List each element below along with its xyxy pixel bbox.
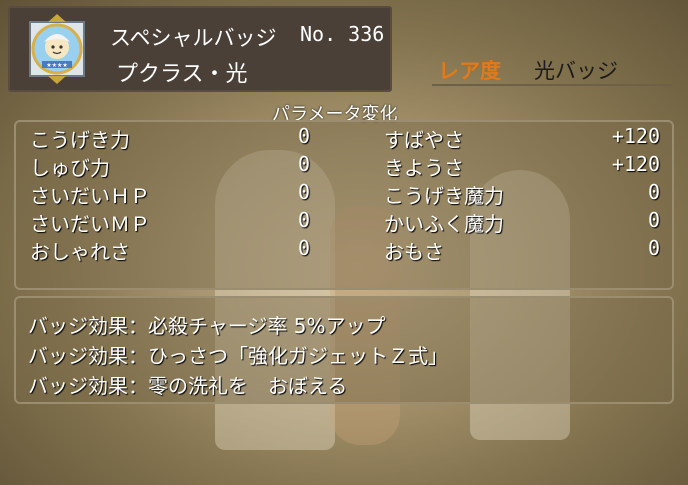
- param-value: 0: [297, 208, 310, 232]
- param-value: 0: [297, 236, 310, 260]
- param-row: さいだいＭＰ 0: [30, 208, 310, 236]
- param-label: さいだいＨＰ: [30, 184, 150, 208]
- rarity-underline: [432, 84, 672, 86]
- param-value: 0: [647, 236, 660, 260]
- param-row: きようさ +120: [384, 152, 660, 180]
- param-value: 0: [647, 180, 660, 204]
- badge-category-title: スペシャルバッジ: [110, 26, 277, 50]
- param-value: +120: [611, 124, 660, 148]
- rarity-value: 光バッジ: [534, 59, 618, 83]
- svg-text:★★★★: ★★★★: [46, 62, 68, 69]
- badge-name: プクラス・光: [116, 62, 248, 87]
- param-label: きようさ: [384, 156, 464, 180]
- badge-effect-panel: バッジ効果：必殺チャージ率 5%アップ バッジ効果：ひっさつ「強化ガジェットＺ式…: [14, 296, 674, 404]
- param-label: こうげき力: [30, 128, 130, 152]
- param-row: こうげき力 0: [30, 124, 310, 152]
- param-label: かいふく魔力: [384, 212, 504, 236]
- param-row: しゅび力 0: [30, 152, 310, 180]
- param-label: しゅび力: [30, 156, 110, 180]
- param-label: さいだいＭＰ: [30, 212, 150, 236]
- param-row: こうげき魔力 0: [384, 180, 660, 208]
- rarity-label: レア度: [438, 59, 501, 83]
- param-label: おもさ: [384, 240, 444, 264]
- param-value: +120: [611, 152, 660, 176]
- badge-effect-line: バッジ効果：必殺チャージ率 5%アップ: [28, 314, 386, 338]
- param-row: おしゃれさ 0: [30, 236, 310, 264]
- param-row: さいだいＨＰ 0: [30, 180, 310, 208]
- param-row: すばやさ +120: [384, 124, 660, 152]
- param-value: 0: [297, 124, 310, 148]
- param-row: おもさ 0: [384, 236, 660, 264]
- badge-effect-line: バッジ効果：ひっさつ「強化ガジェットＺ式」: [28, 344, 448, 368]
- param-label: おしゃれさ: [30, 240, 130, 264]
- param-label: こうげき魔力: [384, 184, 504, 208]
- badge-effect-line: バッジ効果：零の洗礼を おぼえる: [28, 374, 348, 398]
- param-row: かいふく魔力 0: [384, 208, 660, 236]
- param-value: 0: [297, 180, 310, 204]
- badge-header-panel: ★★★★ スペシャルバッジ No. 336 プクラス・光: [8, 6, 392, 92]
- param-value: 0: [297, 152, 310, 176]
- parameter-panel: こうげき力 0 しゅび力 0 さいだいＨＰ 0 さいだいＭＰ 0 おしゃれさ 0…: [14, 120, 674, 290]
- param-label: すばやさ: [384, 128, 464, 152]
- badge-number: No. 336: [300, 22, 385, 46]
- puklass-badge-icon: ★★★★: [22, 14, 92, 84]
- param-value: 0: [647, 208, 660, 232]
